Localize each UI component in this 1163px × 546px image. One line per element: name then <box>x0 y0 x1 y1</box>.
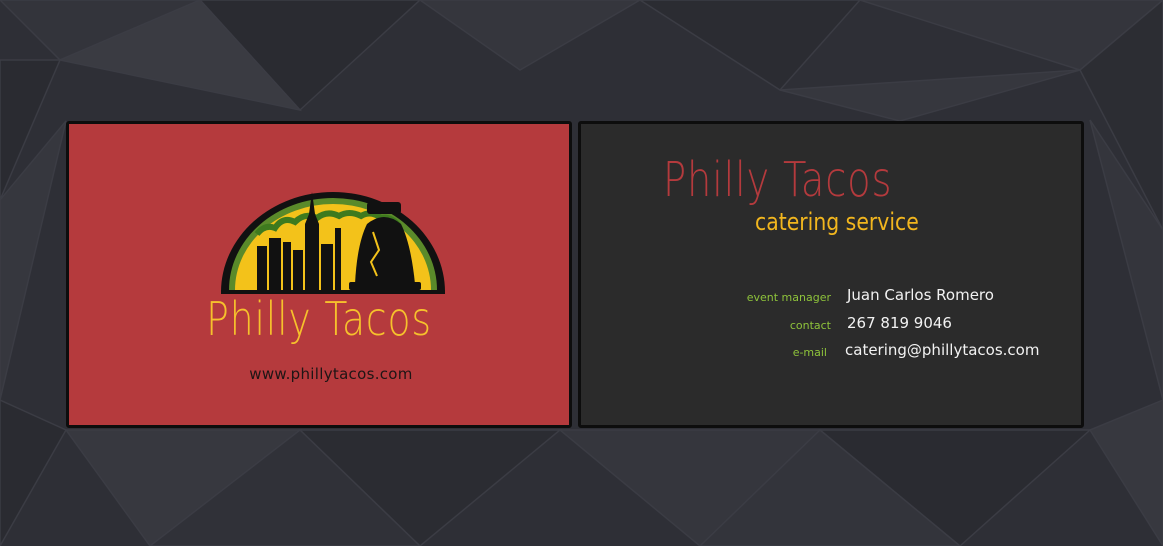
info-label: contact <box>789 319 831 332</box>
service-subtitle: catering service <box>755 208 919 236</box>
info-value: catering@phillytacos.com <box>845 341 1040 359</box>
brand-title: Philly Tacos <box>663 152 893 208</box>
brand-title: Philly Tacos <box>206 292 432 346</box>
info-row-event-manager: event manager Juan Carlos Romero <box>581 286 1081 308</box>
info-label: e-mail <box>792 346 827 359</box>
info-label: event manager <box>746 291 831 304</box>
website-url: www.phillytacos.com <box>249 365 413 383</box>
info-row-email: e-mail catering@phillytacos.com <box>581 341 1081 363</box>
info-value: 267 819 9046 <box>847 314 952 332</box>
info-row-contact: contact 267 819 9046 <box>581 314 1081 336</box>
taco-skyline-logo-icon <box>221 192 445 294</box>
business-card-front: Philly Tacos www.phillytacos.com <box>66 121 572 428</box>
info-value: Juan Carlos Romero <box>847 286 994 304</box>
business-card-back: Philly Tacos catering service event mana… <box>578 121 1084 428</box>
